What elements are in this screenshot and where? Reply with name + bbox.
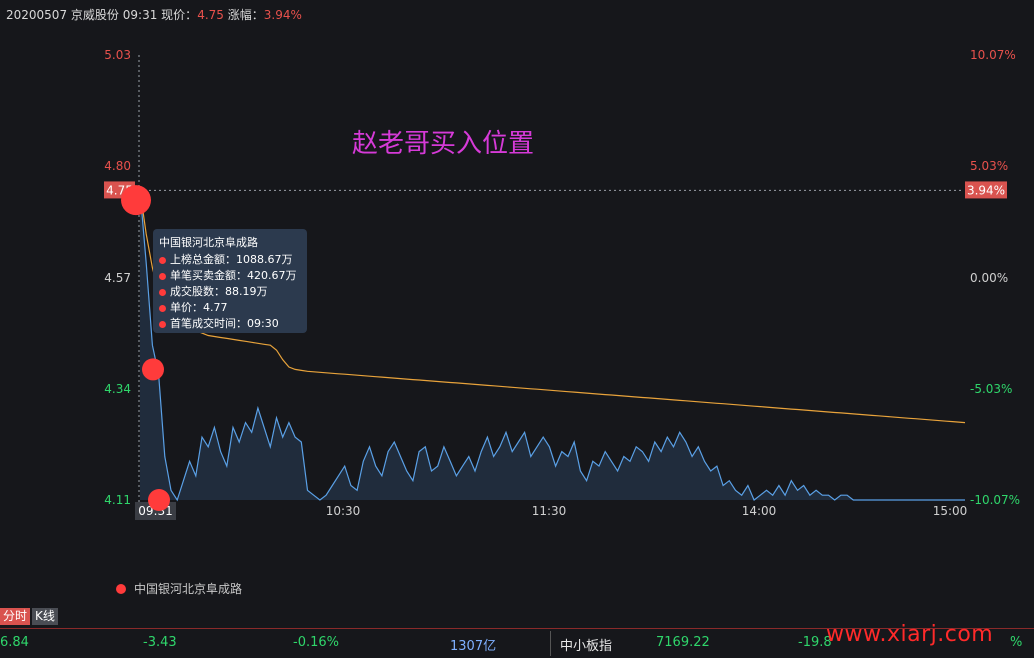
ticker-index-change-pct: % bbox=[1010, 635, 1023, 650]
y-tick-label-right: 10.07% bbox=[970, 48, 1016, 62]
legend-dot-icon bbox=[116, 584, 126, 594]
y-tick-label-left: 4.11 bbox=[104, 493, 131, 507]
tooltip-row: 单笔买卖金额：420.67万 bbox=[159, 268, 307, 284]
tooltip-row: 首笔成交时间：09:30 bbox=[159, 316, 307, 332]
ticker-change-pct: -0.16% bbox=[293, 635, 339, 650]
trade-marker bbox=[142, 358, 164, 381]
buy-position-annotation: 赵老哥买入位置 bbox=[352, 129, 534, 159]
y-tick-label-left: 4.57 bbox=[104, 271, 131, 285]
tooltip-dot-icon bbox=[159, 288, 166, 296]
ticker-index-name: 中小板指 bbox=[560, 639, 613, 654]
y-tick-label-right: -5.03% bbox=[970, 382, 1012, 396]
legend-label: 中国银河北京阜成路 bbox=[134, 582, 243, 596]
y-tick-label-right: -10.07% bbox=[970, 493, 1020, 507]
tooltip-row: 单价：4.77 bbox=[159, 300, 307, 316]
ticker-index-value: 7169.22 bbox=[656, 635, 710, 650]
tooltip-row-text: 上榜总金额：1088.67万 bbox=[170, 253, 293, 266]
ticker-value: 6.84 bbox=[0, 635, 29, 650]
tab-intraday[interactable]: 分时 bbox=[0, 608, 31, 625]
legend[interactable]: 中国银河北京阜成路 bbox=[116, 580, 242, 597]
crosshair-pct-label: 3.94% bbox=[967, 183, 1005, 197]
tooltip-dot-icon bbox=[159, 320, 166, 328]
tooltip-row: 上榜总金额：1088.67万 bbox=[159, 252, 307, 268]
tab-kline[interactable]: K线 bbox=[32, 608, 58, 625]
x-tick-label: 15:00 bbox=[933, 504, 968, 518]
tooltip-dot-icon bbox=[159, 272, 166, 280]
trade-marker bbox=[121, 185, 151, 216]
tooltip: 中国银河北京阜成路 上榜总金额：1088.67万 单笔买卖金额：420.67万 … bbox=[153, 229, 307, 333]
tooltip-row-text: 成交股数：88.19万 bbox=[170, 285, 268, 298]
ticker-divider bbox=[550, 631, 551, 656]
y-tick-label-left: 5.03 bbox=[104, 48, 131, 62]
y-tick-label-left: 4.34 bbox=[104, 382, 131, 396]
chart-tabs: 分时 K线 bbox=[0, 605, 60, 625]
ticker-volume: 1307亿 bbox=[450, 639, 497, 654]
tooltip-row-text: 首笔成交时间：09:30 bbox=[170, 317, 279, 330]
tooltip-row-text: 单笔买卖金额：420.67万 bbox=[170, 269, 297, 282]
y-tick-label-right: 0.00% bbox=[970, 271, 1008, 285]
watermark: www.xiarj.com bbox=[826, 622, 994, 647]
trade-marker bbox=[148, 489, 170, 511]
tooltip-dot-icon bbox=[159, 256, 166, 264]
x-tick-label: 14:00 bbox=[742, 504, 777, 518]
tooltip-dot-icon bbox=[159, 304, 166, 312]
tooltip-title: 中国银河北京阜成路 bbox=[159, 236, 258, 249]
y-tick-label-left: 4.80 bbox=[104, 159, 131, 173]
tooltip-row-text: 单价：4.77 bbox=[170, 301, 228, 314]
ticker-change: -3.43 bbox=[143, 635, 177, 650]
x-tick-label: 11:30 bbox=[532, 504, 567, 518]
y-tick-label-right: 5.03% bbox=[970, 159, 1008, 173]
x-tick-label: 10:30 bbox=[326, 504, 361, 518]
tooltip-row: 成交股数：88.19万 bbox=[159, 284, 307, 300]
